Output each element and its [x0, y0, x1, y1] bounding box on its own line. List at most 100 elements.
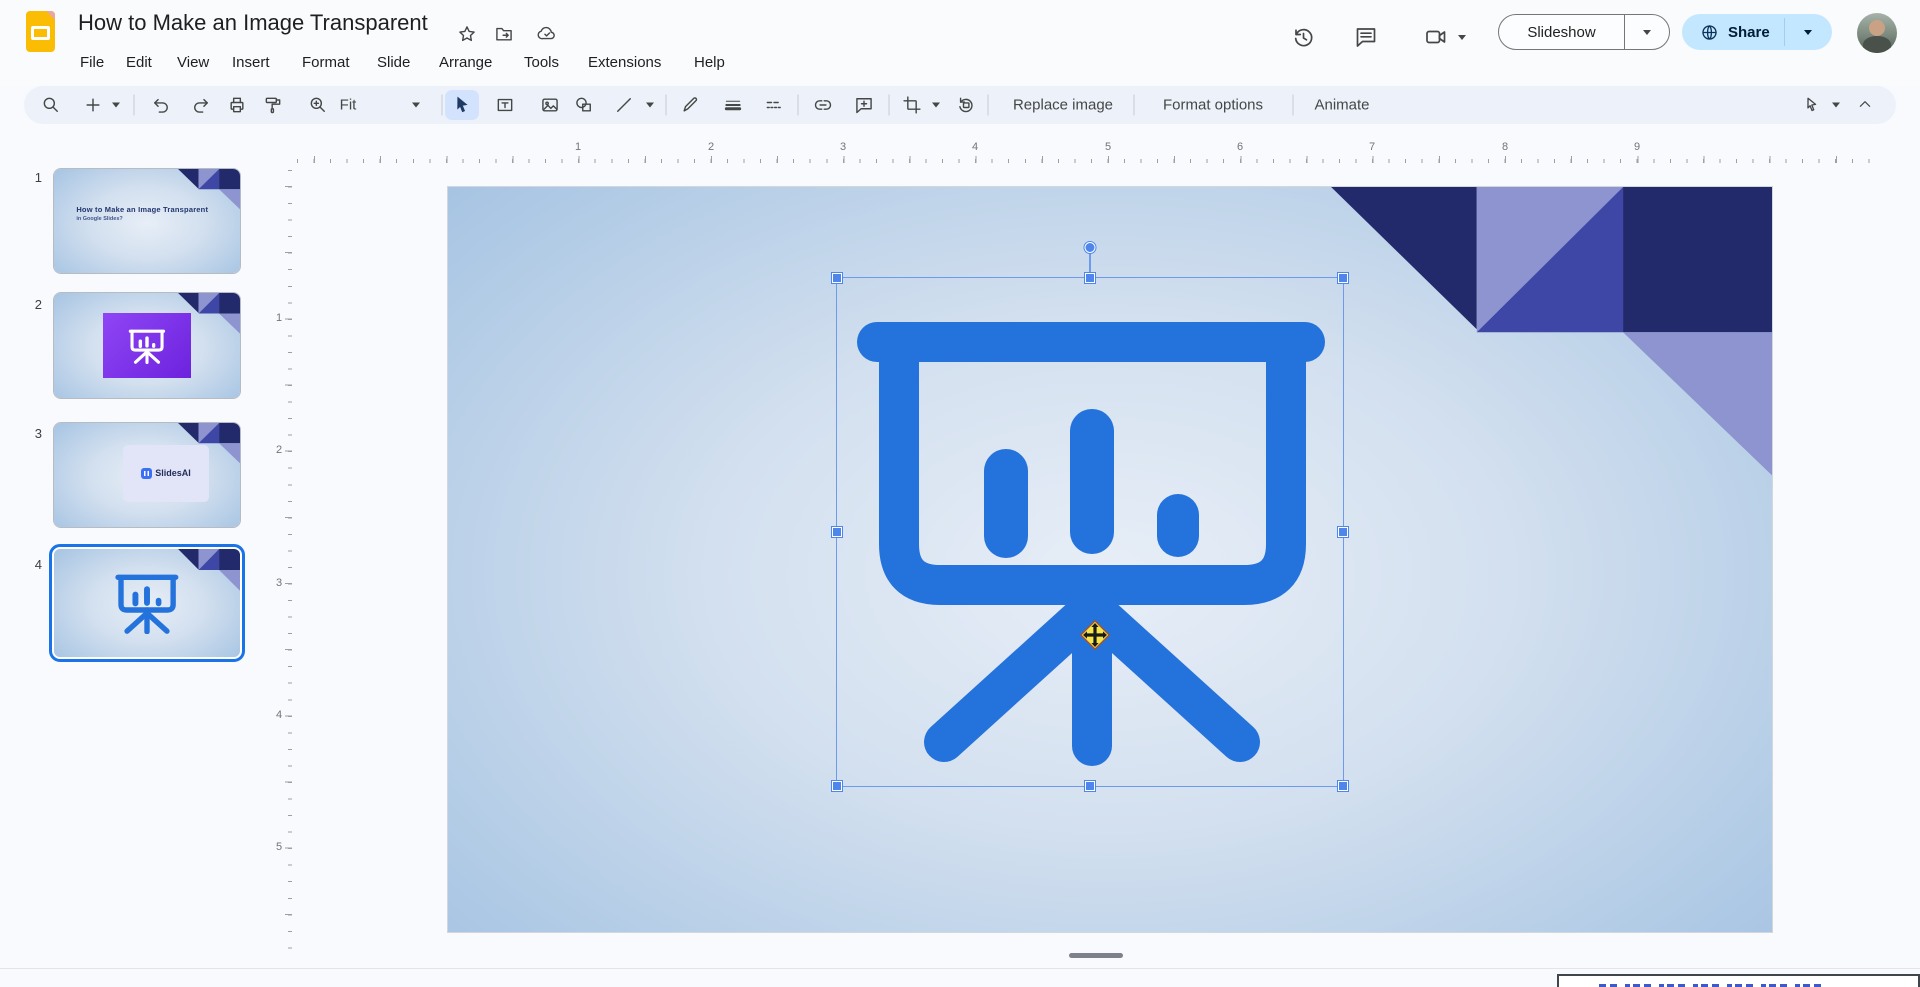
- add-comment-icon[interactable]: [854, 95, 874, 115]
- ruler-number: 1: [272, 312, 286, 324]
- resize-handle-ne[interactable]: [1338, 273, 1348, 283]
- toolbar-separator: [889, 95, 890, 116]
- share-button[interactable]: Share: [1682, 14, 1832, 50]
- menu-slide[interactable]: Slide: [377, 54, 410, 71]
- presentation-board-icon: [128, 328, 166, 364]
- text-box-icon[interactable]: [495, 95, 515, 115]
- star-icon[interactable]: [457, 24, 477, 44]
- crop-icon[interactable]: [902, 95, 922, 115]
- menu-file[interactable]: File: [80, 54, 104, 71]
- add-slide-icon[interactable]: [83, 95, 103, 115]
- globe-icon: [1700, 23, 1719, 42]
- ruler-number: 2: [708, 141, 714, 153]
- menu-tools[interactable]: Tools: [524, 54, 559, 71]
- slideshow-label[interactable]: Slideshow: [1499, 15, 1625, 49]
- menu-extensions[interactable]: Extensions: [588, 54, 661, 71]
- ruler-number: 1: [575, 141, 581, 153]
- menu-insert[interactable]: Insert: [232, 54, 270, 71]
- editing-mode-cursor-icon[interactable]: [1803, 96, 1822, 115]
- insert-shape-icon[interactable]: [574, 95, 594, 115]
- thumb3-logo-card: SlidesAI: [123, 445, 209, 502]
- insert-link-icon[interactable]: [813, 95, 833, 115]
- add-slide-caret[interactable]: [112, 103, 120, 108]
- print-icon[interactable]: [227, 95, 247, 115]
- menu-arrange[interactable]: Arrange: [439, 54, 492, 71]
- zoom-fit-caret[interactable]: [412, 103, 420, 108]
- insert-line-icon[interactable]: [614, 95, 634, 115]
- slideshow-button[interactable]: Slideshow: [1498, 14, 1670, 50]
- slide-thumbnail-2[interactable]: [53, 292, 241, 399]
- resize-handle-n[interactable]: [1085, 273, 1095, 283]
- editing-mode-caret[interactable]: [1832, 103, 1840, 108]
- thumb1-subtitle: in Google Slides?: [76, 216, 208, 222]
- menu-format[interactable]: Format: [302, 54, 350, 71]
- speaker-notes-drag-handle[interactable]: [1069, 953, 1123, 958]
- slide-number: 1: [24, 170, 42, 185]
- ruler-number: 6: [1237, 141, 1243, 153]
- resize-handle-w[interactable]: [832, 527, 842, 537]
- redo-icon[interactable]: [191, 95, 211, 115]
- toolbar-separator: [666, 95, 667, 116]
- paint-format-icon[interactable]: [263, 95, 283, 115]
- resize-handle-nw[interactable]: [832, 273, 842, 283]
- titlebar: How to Make an Image Transparent File Ed…: [0, 0, 1920, 86]
- resize-handle-se[interactable]: [1338, 781, 1348, 791]
- presentation-board-icon: [114, 572, 180, 634]
- line-weight-icon[interactable]: [723, 95, 743, 115]
- toolbar-separator: [988, 95, 989, 116]
- toolbar-separator: [1293, 95, 1294, 116]
- resize-handle-sw[interactable]: [832, 781, 842, 791]
- format-options-button[interactable]: Format options: [1163, 97, 1263, 114]
- resize-handle-e[interactable]: [1338, 527, 1348, 537]
- document-title[interactable]: How to Make an Image Transparent: [78, 10, 428, 36]
- undo-icon[interactable]: [151, 95, 171, 115]
- slides-logo-icon[interactable]: [26, 11, 55, 52]
- camera-dropdown-caret[interactable]: [1458, 35, 1466, 40]
- menu-view[interactable]: View: [177, 54, 209, 71]
- zoom-in-icon[interactable]: [308, 95, 328, 115]
- selection-bounding-box[interactable]: [836, 277, 1344, 787]
- comments-icon[interactable]: [1354, 25, 1378, 49]
- menu-edit[interactable]: Edit: [126, 54, 152, 71]
- slide-thumbnail-4-selected[interactable]: [49, 544, 245, 662]
- presentation-board-image[interactable]: [837, 278, 1345, 788]
- thumb2-purple-rect: [103, 313, 190, 378]
- slide-thumbnail-1[interactable]: How to Make an Image Transparent in Goog…: [53, 168, 241, 274]
- version-history-icon[interactable]: [1291, 25, 1315, 49]
- animate-button[interactable]: Animate: [1314, 97, 1369, 114]
- ruler-number: 8: [1502, 141, 1508, 153]
- cloud-saved-icon[interactable]: [537, 24, 557, 44]
- toolbar-separator: [442, 95, 443, 116]
- select-tool-button[interactable]: [445, 90, 479, 120]
- slide-number: 3: [24, 426, 42, 441]
- rotation-handle[interactable]: [1085, 242, 1096, 253]
- border-color-pen-icon[interactable]: [680, 95, 700, 115]
- toolbar-separator: [798, 95, 799, 116]
- slide-thumbnail-3[interactable]: SlidesAI: [53, 422, 241, 528]
- crop-caret[interactable]: [932, 103, 940, 108]
- toolbar-separator: [134, 95, 135, 116]
- reset-image-icon[interactable]: [956, 95, 976, 115]
- ruler-number: 3: [840, 141, 846, 153]
- slidesai-logo-icon: [141, 468, 152, 479]
- meet-camera-icon[interactable]: [1424, 25, 1448, 49]
- insert-line-caret[interactable]: [646, 103, 654, 108]
- collapse-toolbar-chevron-icon[interactable]: [1857, 97, 1873, 113]
- ruler-number: 5: [272, 841, 286, 853]
- move-folder-icon[interactable]: [494, 24, 514, 44]
- line-dash-icon[interactable]: [764, 95, 784, 115]
- google-slides-app: How to Make an Image Transparent File Ed…: [0, 0, 1920, 987]
- resize-handle-s[interactable]: [1085, 781, 1095, 791]
- insert-image-icon[interactable]: [540, 95, 560, 115]
- ruler-ticks: [285, 186, 292, 946]
- slideshow-dropdown[interactable]: [1625, 30, 1669, 35]
- ruler-number: 9: [1634, 141, 1640, 153]
- ruler-number: 4: [272, 709, 286, 721]
- share-label: Share: [1728, 24, 1770, 41]
- menu-help[interactable]: Help: [694, 54, 725, 71]
- user-avatar[interactable]: [1857, 13, 1897, 53]
- search-menus-icon[interactable]: [41, 95, 61, 115]
- share-dropdown[interactable]: [1785, 30, 1832, 35]
- replace-image-button[interactable]: Replace image: [1013, 97, 1113, 114]
- zoom-fit-label[interactable]: Fit: [340, 97, 357, 114]
